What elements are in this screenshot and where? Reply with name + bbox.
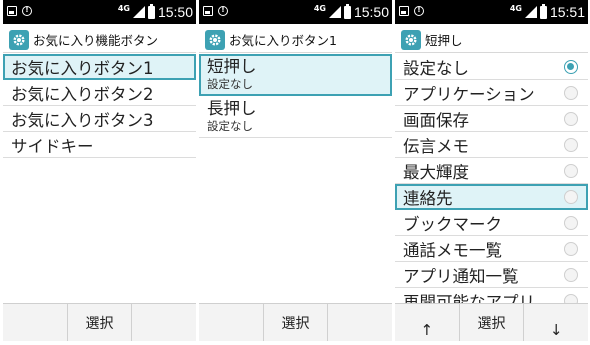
- list-item-side-key[interactable]: サイドキー: [3, 132, 196, 158]
- status-bar: ! 4G 15:50: [199, 0, 392, 24]
- status-bar: ! 4G 15:51: [395, 0, 588, 24]
- status-bar: ! 4G 15:50: [3, 0, 196, 24]
- radio-button-checked[interactable]: [564, 60, 578, 74]
- gear-icon: [9, 29, 29, 50]
- option-label: 通話メモ一覧: [403, 240, 502, 260]
- radio-option-max-brightness[interactable]: 最大輝度: [395, 158, 588, 184]
- alert-icon: !: [218, 6, 228, 16]
- network-type: 4G: [509, 4, 522, 13]
- list-item-short-press[interactable]: 短押し 設定なし: [199, 54, 392, 96]
- scroll-down-softkey[interactable]: ↓: [523, 304, 588, 341]
- radio-option-application[interactable]: アプリケーション: [395, 80, 588, 106]
- image-notification-icon: [399, 6, 409, 16]
- softkey-bar: 選択: [199, 303, 392, 341]
- image-notification-icon: [203, 6, 213, 16]
- network-type: 4G: [313, 4, 326, 13]
- signal-icon: [328, 6, 341, 18]
- radio-option-call-memo-list[interactable]: 通話メモ一覧: [395, 236, 588, 262]
- radio-button[interactable]: [564, 86, 578, 100]
- menu-list: お気に入りボタン1 お気に入りボタン2 お気に入りボタン3 サイドキー: [3, 54, 196, 158]
- signal-icon: [524, 6, 537, 18]
- alert-icon: !: [22, 6, 32, 16]
- softkey-left[interactable]: [199, 304, 263, 341]
- list-item-favorite-button-1[interactable]: お気に入りボタン1: [3, 54, 196, 80]
- screen-favorite-function-buttons: ! 4G 15:50 お気に入り機能ボタン お気に入りボタン1 お気に入りボタン…: [3, 0, 196, 345]
- option-label: 画面保存: [403, 110, 469, 130]
- gear-icon: [205, 29, 225, 50]
- title-bar: 短押し: [395, 27, 588, 53]
- radio-button[interactable]: [564, 164, 578, 178]
- list-item-label: 短押し: [207, 57, 257, 76]
- page-title: お気に入り機能ボタン: [33, 33, 159, 48]
- image-notification-icon: [7, 6, 17, 16]
- radio-option-bookmarks[interactable]: ブックマーク: [395, 210, 588, 236]
- list-item-value: 設定なし: [207, 77, 253, 91]
- radio-button[interactable]: [564, 268, 578, 282]
- clock: 15:51: [549, 4, 585, 20]
- radio-button[interactable]: [564, 242, 578, 256]
- battery-icon: [343, 3, 351, 19]
- option-label: アプリケーション: [403, 84, 535, 104]
- radio-option-screenshot[interactable]: 画面保存: [395, 106, 588, 132]
- signal-icon: [132, 6, 145, 18]
- radio-option-app-notification-list[interactable]: アプリ通知一覧: [395, 262, 588, 288]
- list-item-favorite-button-2[interactable]: お気に入りボタン2: [3, 80, 196, 106]
- list-item-label: 長押し: [207, 99, 257, 118]
- select-softkey[interactable]: 選択: [66, 304, 132, 341]
- list-item-long-press[interactable]: 長押し 設定なし: [199, 96, 392, 138]
- softkey-bar: ↑ 選択 ↓: [395, 303, 588, 341]
- scroll-up-softkey[interactable]: ↑: [395, 304, 459, 341]
- softkey-bar: 選択: [3, 303, 196, 341]
- option-label: 伝言メモ: [403, 136, 469, 156]
- select-softkey[interactable]: 選択: [458, 304, 524, 341]
- battery-icon: [147, 3, 155, 19]
- gear-icon: [401, 29, 421, 50]
- clock: 15:50: [353, 4, 389, 20]
- radio-button[interactable]: [564, 138, 578, 152]
- title-bar: お気に入りボタン1: [199, 27, 392, 53]
- radio-button[interactable]: [564, 190, 578, 204]
- radio-option-none[interactable]: 設定なし: [395, 54, 588, 80]
- list-item-favorite-button-3[interactable]: お気に入りボタン3: [3, 106, 196, 132]
- radio-option-voice-memo[interactable]: 伝言メモ: [395, 132, 588, 158]
- radio-option-contacts[interactable]: 連絡先: [395, 184, 588, 210]
- page-title: 短押し: [425, 33, 463, 48]
- option-label: 連絡先: [403, 188, 453, 208]
- list-item-value: 設定なし: [207, 119, 253, 133]
- select-softkey[interactable]: 選択: [262, 304, 328, 341]
- battery-icon: [539, 3, 547, 19]
- page-title: お気に入りボタン1: [229, 33, 337, 48]
- menu-list: 短押し 設定なし 長押し 設定なし: [199, 54, 392, 138]
- option-label: 最大輝度: [403, 162, 469, 182]
- screen-favorite-button-1: ! 4G 15:50 お気に入りボタン1 短押し 設定なし 長押し 設定なし 選…: [199, 0, 392, 345]
- screen-short-press: ! 4G 15:51 短押し 設定なし アプリケーション 画面保存 伝言メモ 最…: [395, 0, 588, 345]
- softkey-right[interactable]: [327, 304, 392, 341]
- title-bar: お気に入り機能ボタン: [3, 27, 196, 53]
- option-label: ブックマーク: [403, 214, 502, 234]
- softkey-right[interactable]: [131, 304, 196, 341]
- alert-icon: !: [414, 6, 424, 16]
- option-label: 設定なし: [403, 58, 469, 78]
- softkey-left[interactable]: [3, 304, 67, 341]
- radio-button[interactable]: [564, 112, 578, 126]
- clock: 15:50: [157, 4, 193, 20]
- radio-button[interactable]: [564, 216, 578, 230]
- radio-list: 設定なし アプリケーション 画面保存 伝言メモ 最大輝度 連絡先 ブックマーク: [395, 54, 588, 314]
- option-label: アプリ通知一覧: [403, 266, 519, 286]
- network-type: 4G: [117, 4, 130, 13]
